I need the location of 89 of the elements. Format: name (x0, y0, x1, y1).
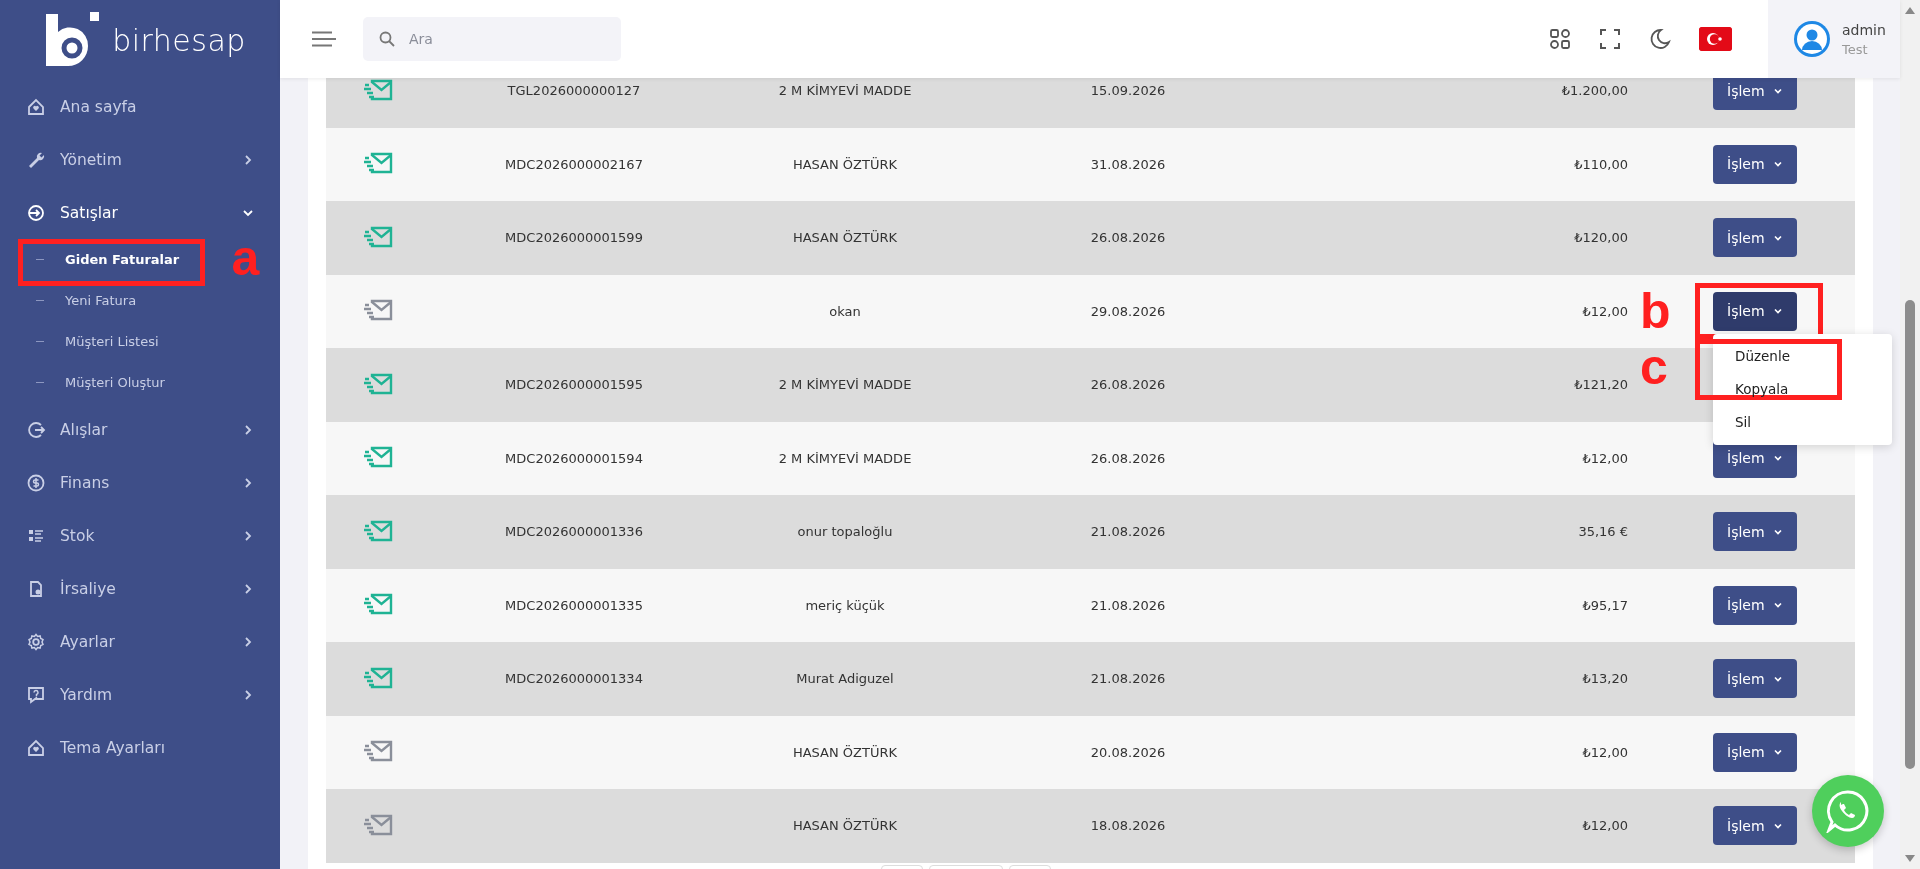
action-dropdown-button[interactable]: İşlem (1713, 78, 1797, 111)
action-dropdown-button[interactable]: İşlem (1713, 806, 1797, 846)
apps-icon[interactable] (1549, 28, 1571, 50)
document-number: MDC2026000001335 (504, 597, 644, 613)
customer-name: meriç küçük (804, 597, 886, 613)
action-dropdown-button[interactable]: İşlem (1713, 291, 1797, 331)
sidebar-item[interactable]: Finans (26, 456, 280, 509)
document-number: MDC2026000002167 (504, 156, 644, 172)
flag-icon[interactable] (1699, 27, 1732, 51)
invoice-amount: ₺1.200,00 (1560, 83, 1628, 99)
invoice-amount: ₺121,20 (1573, 377, 1628, 393)
invoice-amount: ₺12,00 (1581, 303, 1628, 319)
customer-name: HASAN ÖZTÜRK (791, 818, 899, 834)
chevron-icon (242, 635, 254, 648)
annotation-label: b (1640, 285, 1671, 336)
submenu-link[interactable]: Müşteri Oluştur (65, 375, 165, 390)
invoice-date: 26.08.2026 (1089, 450, 1167, 466)
scrollbar[interactable] (1900, 0, 1920, 869)
sidebar-item[interactable]: Tema Ayarları (26, 721, 280, 774)
invoice-date: 18.08.2026 (1089, 818, 1167, 834)
invoice-date: 21.08.2026 (1089, 671, 1167, 687)
submenu-link[interactable]: Yeni Fatura (65, 293, 137, 308)
customer-name: 2 M KİMYEVİ MADDE (777, 377, 913, 393)
invoice-amount: ₺12,00 (1581, 450, 1628, 466)
phone-bubble-icon (1826, 789, 1870, 833)
chevron-icon (242, 582, 254, 595)
user-role: Test (1842, 41, 1869, 57)
sidebar-item[interactable]: Stok (26, 509, 280, 562)
invoice-date: 31.08.2026 (1089, 156, 1167, 172)
scroll-down-icon[interactable] (1905, 855, 1915, 863)
invoice-date: 15.09.2026 (1089, 83, 1167, 99)
search-field[interactable]: Ara (363, 17, 621, 61)
customer-name: okan (828, 303, 862, 319)
menu-item[interactable]: Sil (1735, 414, 1752, 431)
customer-name: HASAN ÖZTÜRK (791, 156, 899, 172)
action-dropdown-button[interactable]: İşlem (1713, 585, 1797, 625)
scroll-up-icon[interactable] (1905, 6, 1915, 14)
customer-name: 2 M KİMYEVİ MADDE (777, 83, 913, 99)
invoice-amount: ₺110,00 (1573, 156, 1628, 172)
invoice-amount: ₺13,20 (1581, 671, 1628, 687)
sidebar-item[interactable]: Yardım (26, 668, 280, 721)
submenu-link[interactable]: Müşteri Listesi (65, 334, 159, 349)
customer-name: 2 M KİMYEVİ MADDE (777, 450, 913, 466)
action-dropdown-button[interactable]: İşlem (1713, 512, 1797, 552)
customer-name: HASAN ÖZTÜRK (791, 744, 899, 760)
user-name: admin (1842, 21, 1886, 38)
document-number: MDC2026000001599 (504, 230, 644, 246)
invoice-date: 26.08.2026 (1089, 230, 1167, 246)
chevron-icon (242, 688, 254, 701)
invoice-date: 21.08.2026 (1089, 597, 1167, 613)
customer-name: onur topaloğlu (796, 524, 894, 540)
avatar-icon[interactable] (1794, 21, 1830, 57)
annotation-label: c (1640, 341, 1668, 392)
chevron-icon (242, 476, 254, 489)
moon-icon[interactable] (1649, 28, 1671, 50)
sidebar-item[interactable]: Ayarlar (26, 615, 280, 668)
scroll-thumb[interactable] (1905, 300, 1915, 769)
fullscreen-icon[interactable] (1599, 28, 1621, 50)
invoice-date: 26.08.2026 (1089, 377, 1167, 393)
submenu-link[interactable]: Giden Faturalar (65, 252, 180, 267)
sidebar-item[interactable]: Ana sayfa (26, 80, 280, 133)
document-number: TGL2026000000127 (506, 83, 642, 99)
chevron-icon (242, 153, 254, 166)
invoice-date: 20.08.2026 (1089, 744, 1167, 760)
logo-text: birhesap (112, 22, 246, 58)
invoice-amount: ₺12,00 (1581, 744, 1628, 760)
invoice-amount: ₺95,17 (1581, 597, 1628, 613)
chevron-icon (242, 423, 254, 436)
document-number: MDC2026000001334 (504, 671, 644, 687)
document-number: MDC2026000001336 (504, 524, 644, 540)
action-dropdown-button[interactable]: İşlem (1713, 218, 1797, 258)
invoice-amount: ₺12,00 (1581, 818, 1628, 834)
menu-item[interactable]: Kopyala (1735, 381, 1789, 398)
action-dropdown-button[interactable]: İşlem (1713, 659, 1797, 699)
customer-name: Murat Adiguzel (795, 671, 895, 687)
document-number: MDC2026000001595 (504, 377, 644, 393)
invoice-date: 29.08.2026 (1089, 303, 1167, 319)
customer-name: HASAN ÖZTÜRK (791, 230, 899, 246)
document-number: MDC2026000001594 (504, 450, 644, 466)
action-dropdown-button[interactable]: İşlem (1713, 144, 1797, 184)
invoice-date: 21.08.2026 (1089, 524, 1167, 540)
sidebar-item[interactable]: Alışlar (26, 403, 280, 456)
sidebar-item[interactable]: İrsaliye (26, 562, 280, 615)
action-dropdown-button[interactable]: İşlem (1713, 732, 1797, 772)
invoice-amount: 35,16 € (1577, 524, 1628, 540)
menu-item[interactable]: Düzenle (1735, 348, 1790, 365)
sidebar-item[interactable]: Yönetim (26, 133, 280, 186)
chevron-icon (242, 529, 254, 542)
invoice-amount: ₺120,00 (1573, 230, 1628, 246)
